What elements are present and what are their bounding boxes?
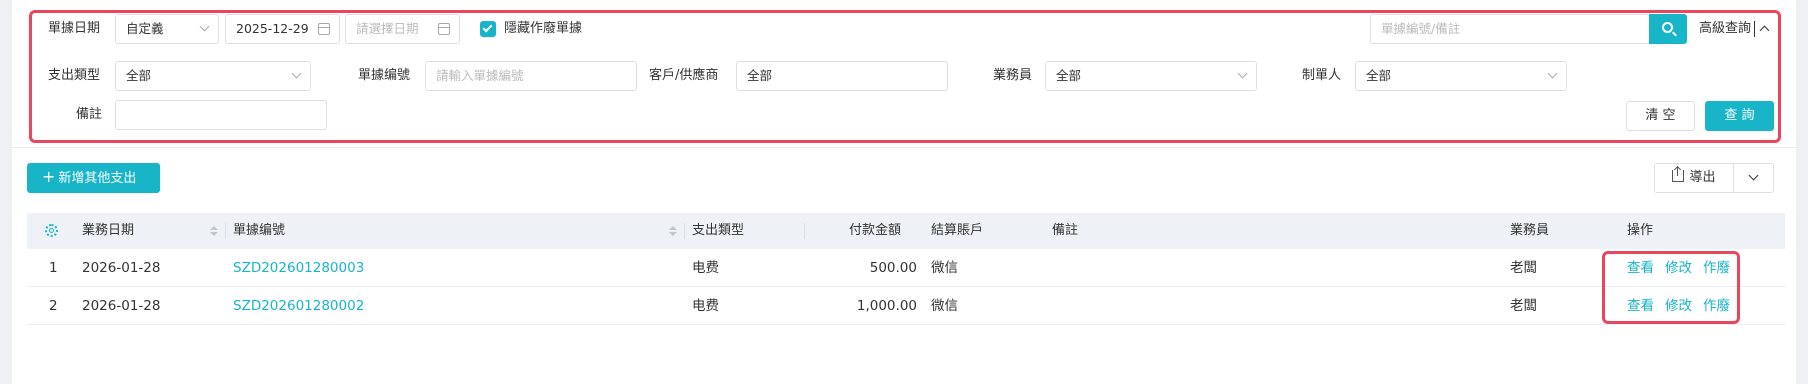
- export-dropdown-button[interactable]: [1733, 163, 1774, 193]
- remark-input[interactable]: [115, 100, 327, 130]
- date-end-placeholder: 請選擇日期: [356, 21, 419, 36]
- creator-select[interactable]: 全部: [1355, 61, 1567, 91]
- row-date: 2026-01-28: [82, 298, 161, 314]
- col-header-doc-no[interactable]: 單據编號: [233, 213, 285, 249]
- salesman-value: 全部: [1056, 68, 1082, 83]
- search-placeholder: 單據編號/備註: [1381, 21, 1461, 36]
- col-header-date[interactable]: 業務日期: [82, 213, 134, 249]
- search-button[interactable]: [1649, 14, 1687, 44]
- row-salesman: 老闆: [1510, 260, 1537, 276]
- doc-no-placeholder: 請輸入單據編號: [436, 68, 524, 83]
- chevron-down-icon: [1237, 68, 1248, 79]
- search-input[interactable]: 單據編號/備註: [1370, 14, 1650, 44]
- col-header-amount: 付款金額: [849, 223, 902, 238]
- advanced-query-toggle[interactable]: 高級查詢: [1699, 14, 1751, 44]
- col-header-account: 結算賬戶: [931, 223, 984, 238]
- check-icon: [482, 22, 493, 33]
- date-end-input[interactable]: 請選擇日期: [345, 14, 460, 44]
- row-doc-no-link[interactable]: SZD202601280003: [233, 249, 364, 287]
- expense-type-label: 支出類型: [48, 68, 101, 83]
- search-icon: [1662, 22, 1673, 33]
- add-other-expense-button[interactable]: + 新增其他支出: [27, 163, 160, 193]
- expense-type-select[interactable]: 全部: [115, 61, 311, 91]
- column-divider: [684, 223, 685, 239]
- col-header-type: 支出類型: [692, 223, 745, 238]
- query-button[interactable]: 查 詢: [1705, 101, 1774, 131]
- chevron-down-icon: [1748, 170, 1759, 181]
- settings-gear-icon[interactable]: [45, 224, 58, 237]
- salesman-label: 業務員: [993, 68, 1033, 83]
- text-cursor: [1754, 21, 1755, 37]
- creator-value: 全部: [1366, 68, 1392, 83]
- actions-highlight-box: [1602, 251, 1740, 324]
- doc-no-input[interactable]: 請輸入單據編號: [425, 61, 637, 91]
- creator-label: 制單人: [1302, 68, 1342, 83]
- date-mode-select[interactable]: 自定義: [115, 14, 219, 44]
- date-mode-value: 自定義: [126, 21, 164, 36]
- upload-icon: [1672, 165, 1685, 182]
- customer-select[interactable]: 全部: [736, 61, 948, 91]
- calendar-icon: [438, 23, 450, 35]
- calendar-icon: [318, 23, 330, 35]
- customer-value: 全部: [747, 68, 773, 83]
- table-row: 2 2026-01-28 SZD202601280002 电费 1,000.00…: [27, 287, 1785, 325]
- table-row: 1 2026-01-28 SZD202601280003 电费 500.00 微…: [27, 249, 1785, 287]
- export-label: 導出: [1689, 170, 1716, 185]
- col-header-remark: 備註: [1052, 223, 1079, 238]
- row-amount: 1,000.00: [856, 298, 917, 314]
- doc-date-label: 單據日期: [48, 21, 101, 36]
- expense-type-value: 全部: [126, 68, 152, 83]
- hide-void-label: 隱藏作廢單據: [504, 21, 583, 36]
- plus-icon: +: [42, 167, 56, 186]
- section-divider: [12, 147, 1796, 148]
- row-index: 2: [49, 298, 58, 314]
- column-divider: [804, 223, 805, 239]
- doc-no-label: 單據编號: [358, 68, 411, 83]
- row-amount: 500.00: [869, 260, 917, 276]
- row-type: 电费: [692, 298, 719, 314]
- row-date: 2026-01-28: [82, 260, 161, 276]
- row-account: 微信: [931, 298, 958, 314]
- chevron-down-icon: [199, 21, 210, 32]
- chevron-down-icon: [1547, 68, 1558, 79]
- date-start-input[interactable]: 2025-12-29: [225, 14, 340, 44]
- remark-label: 備註: [76, 107, 103, 122]
- row-account: 微信: [931, 260, 958, 276]
- salesman-select[interactable]: 全部: [1045, 61, 1257, 91]
- col-header-ops: 操作: [1627, 223, 1654, 238]
- search-icon-handle: [1672, 31, 1677, 37]
- row-type: 电费: [692, 260, 719, 276]
- row-salesman: 老闆: [1510, 298, 1537, 314]
- add-other-expense-label: 新增其他支出: [58, 171, 137, 186]
- customer-label: 客戶/供應商: [649, 68, 719, 83]
- column-divider: [225, 223, 226, 239]
- page: 單據日期 自定義 2025-12-29 請選擇日期 隱藏作廢單據 單據編號/備註…: [12, 0, 1796, 384]
- row-index: 1: [49, 260, 58, 276]
- chevron-down-icon: [291, 68, 302, 79]
- clear-button[interactable]: 清 空: [1626, 101, 1695, 131]
- col-header-salesman: 業務員: [1510, 223, 1550, 238]
- row-doc-no-link[interactable]: SZD202601280002: [233, 287, 364, 325]
- table-header: 業務日期 單據编號 支出類型 付款金額 結算賬戶 備註 業務員 操作: [27, 213, 1785, 249]
- export-button[interactable]: 導出: [1654, 163, 1734, 193]
- hide-void-checkbox[interactable]: [480, 21, 496, 37]
- date-start-value: 2025-12-29: [236, 21, 309, 36]
